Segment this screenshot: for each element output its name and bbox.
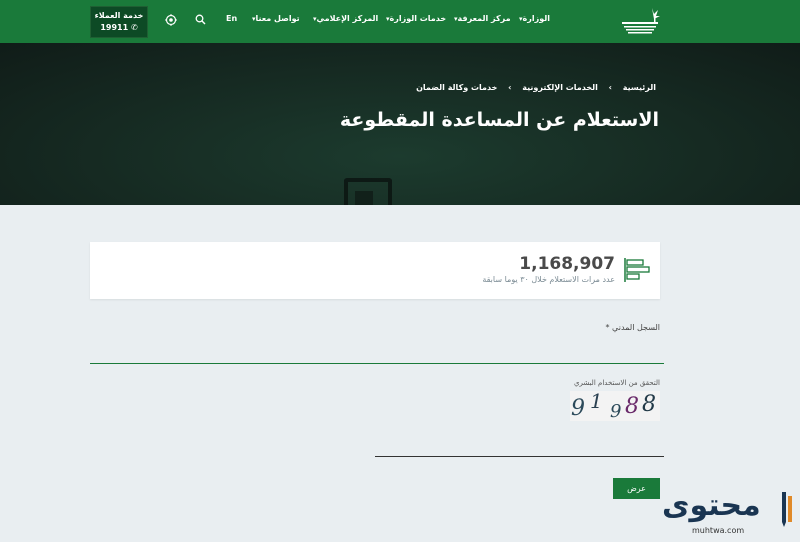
search-icon[interactable] [195, 14, 206, 28]
chevron-left-icon: › [508, 83, 512, 92]
nav-label: مركز المعرفة [457, 14, 511, 23]
hotline-number: 19911 [100, 23, 129, 32]
nav-label: تواصل معنا [255, 14, 300, 23]
svg-text:9: 9 [571, 396, 585, 421]
nav-item-contact[interactable]: ▾تواصل معنا [249, 14, 300, 23]
pencil-icon [782, 492, 792, 527]
nav-label: المركز الإعلامي [316, 14, 379, 23]
stat-label: عدد مرات الاستعلام خلال ٣٠ يوما سابقة [482, 275, 615, 284]
svg-text:1: 1 [590, 391, 603, 413]
chevron-left-icon: › [608, 83, 612, 92]
stat-value: 1,168,907 [519, 254, 615, 274]
watermark-logo: محتوى muhtwa.com [662, 488, 797, 540]
nav-item-ministry[interactable]: ▾الوزارة [516, 14, 550, 23]
captcha-label: التحقق من الاستخدام البشري [573, 379, 660, 387]
captcha-image: 9 1 9 8 8 [570, 389, 660, 422]
svg-text:8: 8 [642, 392, 656, 417]
svg-text:8: 8 [625, 394, 639, 419]
nav-item-services[interactable]: ▾خدمات الوزارة [383, 14, 446, 23]
language-toggle[interactable]: En [226, 14, 237, 23]
accessibility-icon[interactable] [165, 14, 177, 29]
hotline-label: خدمة العملاء [94, 11, 144, 20]
nav-item-media[interactable]: ▾المركز الإعلامي [310, 14, 378, 23]
watermark-url: muhtwa.com [692, 526, 745, 535]
nav-label: خدمات الوزارة [389, 14, 447, 23]
watermark-text: محتوى [662, 488, 761, 523]
hero-background-chair-back [355, 191, 373, 205]
nav-item-knowledge[interactable]: ▾مركز المعرفة [451, 14, 511, 23]
breadcrumb-home[interactable]: الرئيسية [623, 83, 656, 92]
phone-icon: ✆ [130, 23, 138, 32]
breadcrumb-eservices[interactable]: الخدمات الإلكترونية [522, 83, 598, 92]
bar-chart-icon [623, 256, 651, 288]
customer-service-hotline[interactable]: خدمة العملاء 19911 ✆ [90, 6, 148, 38]
svg-text:9: 9 [610, 401, 621, 421]
captcha-input[interactable] [375, 430, 664, 457]
ministry-logo[interactable] [618, 6, 662, 38]
stat-card: 1,168,907 عدد مرات الاستعلام خلال ٣٠ يوم… [90, 242, 660, 299]
hotline-number-row: 19911 ✆ [91, 22, 147, 34]
breadcrumb: الرئيسية › الخدمات الإلكترونية › خدمات و… [412, 83, 660, 92]
nav-label: الوزارة [522, 14, 550, 23]
civil-id-input[interactable] [90, 337, 664, 364]
breadcrumb-current[interactable]: خدمات وكالة الضمان [416, 83, 497, 92]
submit-button[interactable]: عرض [613, 478, 660, 499]
civil-id-label: السجل المدني * [605, 323, 660, 332]
page-title: الاستعلام عن المساعدة المقطوعة [339, 109, 659, 131]
